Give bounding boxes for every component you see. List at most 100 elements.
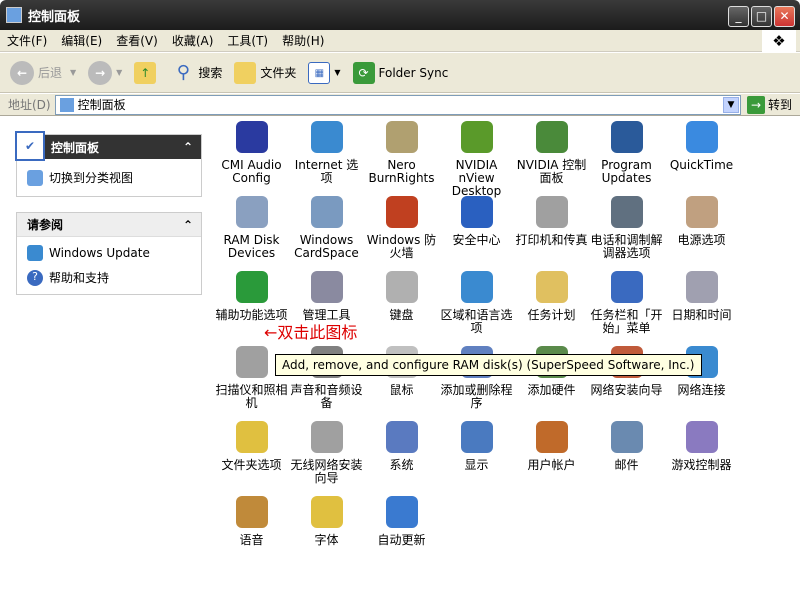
search-button[interactable]: ⚲ 搜索 <box>172 61 223 84</box>
switch-category-view-link[interactable]: 切换到分类视图 <box>17 159 201 196</box>
windows-update-link[interactable]: Windows Update <box>17 237 201 265</box>
applet-icon <box>535 196 568 228</box>
control-panel-item[interactable]: 语音 <box>214 496 289 547</box>
item-label: 区域和语言选项 <box>440 308 513 335</box>
content-area: ✔ 控制面板 ⌃ 切换到分类视图 请参阅 ⌃ Windows Update ? 帮助和… <box>0 117 800 600</box>
item-label: NVIDIA 控制面板 <box>516 158 587 185</box>
applet-icon <box>235 421 268 453</box>
applet-icon <box>460 421 493 453</box>
applet-icon <box>610 271 643 303</box>
item-label: Windows 防火墙 <box>366 233 437 260</box>
views-button[interactable]: ▦ ▼ <box>308 61 341 84</box>
menu-help[interactable]: 帮助(H) <box>275 32 331 49</box>
applet-icon <box>310 421 343 453</box>
close-button[interactable]: ✕ <box>774 6 795 27</box>
control-panel-item[interactable]: 打印机和传真 <box>514 196 589 247</box>
applet-icon <box>385 121 418 153</box>
control-panel-item[interactable]: CMI Audio Config <box>214 121 289 185</box>
help-icon: ? <box>27 269 43 286</box>
control-panel-item[interactable]: 字体 <box>289 496 364 547</box>
item-label: Internet 选项 <box>294 158 359 185</box>
help-support-link[interactable]: ? 帮助和支持 <box>17 265 201 294</box>
control-panel-item[interactable]: 任务栏和「开始」菜单 <box>589 271 664 335</box>
item-label: 邮件 <box>614 458 639 472</box>
menu-view[interactable]: 查看(V) <box>109 32 165 49</box>
control-panel-item[interactable]: Nero BurnRights <box>364 121 439 185</box>
control-panel-item[interactable]: RAM Disk Devices <box>214 196 289 260</box>
item-label: 鼠标 <box>389 383 414 397</box>
control-panel-item[interactable]: 电话和调制解调器选项 <box>589 196 664 260</box>
item-label: 日期和时间 <box>671 308 732 322</box>
control-panel-item[interactable]: NVIDIA 控制面板 <box>514 121 589 185</box>
menu-file[interactable]: 文件(F) <box>0 32 54 49</box>
item-label: 文件夹选项 <box>221 458 282 472</box>
control-panel-item[interactable]: 游戏控制器 <box>664 421 739 472</box>
menu-edit[interactable]: 编辑(E) <box>54 32 109 49</box>
applet-icon <box>535 421 568 453</box>
address-bar: 地址(D) 控制面板 ▼ → 转到 <box>0 94 800 116</box>
folder-sync-button[interactable]: ⟳ Folder Sync <box>352 61 448 84</box>
control-panel-item[interactable]: 无线网络安装向导 <box>289 421 364 485</box>
go-button[interactable]: → 转到 <box>741 95 800 114</box>
control-panel-item[interactable]: 管理工具 <box>289 271 364 322</box>
chevron-down-icon[interactable]: ▼ <box>722 96 739 113</box>
applet-icon <box>385 271 418 303</box>
annotation-text: ←双击此图标 <box>264 323 358 342</box>
applet-icon <box>535 271 568 303</box>
control-panel-item[interactable]: 文件夹选项 <box>214 421 289 472</box>
back-button[interactable]: ← 后退 ▼ <box>10 60 76 85</box>
up-button[interactable]: ↑ <box>134 61 160 84</box>
control-panel-item[interactable]: 区域和语言选项 <box>439 271 514 335</box>
collapse-icon[interactable]: ⌃ <box>183 140 193 154</box>
item-label: 安全中心 <box>452 233 501 247</box>
applet-icon <box>685 121 718 153</box>
item-label: 游戏控制器 <box>671 458 732 472</box>
menu-favorites[interactable]: 收藏(A) <box>165 32 221 49</box>
control-panel-item[interactable]: 电源选项 <box>664 196 739 247</box>
folder-icon <box>234 61 257 84</box>
control-panel-item[interactable]: 用户帐户 <box>514 421 589 472</box>
item-label: 网络安装向导 <box>590 383 663 397</box>
menu-bar: 文件(F) 编辑(E) 查看(V) 收藏(A) 工具(T) 帮助(H) <box>0 30 800 52</box>
applet-icon <box>685 196 718 228</box>
control-panel-item[interactable]: 任务计划 <box>514 271 589 322</box>
collapse-icon[interactable]: ⌃ <box>183 218 193 232</box>
control-panel-item[interactable]: Windows 防火墙 <box>364 196 439 260</box>
control-panel-item[interactable]: 自动更新 <box>364 496 439 547</box>
applet-icon <box>235 346 268 378</box>
item-label: Nero BurnRights <box>368 158 435 185</box>
forward-arrow-icon: → <box>88 60 113 85</box>
applet-icon <box>310 271 343 303</box>
item-label: 用户帐户 <box>527 458 576 472</box>
minimize-button[interactable]: _ <box>728 6 749 27</box>
tooltip: Add, remove, and configure RAM disk(s) (… <box>275 354 702 376</box>
control-panel-item[interactable]: Windows CardSpace <box>289 196 364 260</box>
control-panel-item[interactable]: 日期和时间 <box>664 271 739 322</box>
control-panel-item[interactable]: 邮件 <box>589 421 664 472</box>
search-icon: ⚲ <box>176 61 190 83</box>
windows-update-icon <box>27 245 43 261</box>
item-label: 字体 <box>314 533 339 547</box>
address-input[interactable]: 控制面板 ▼ <box>54 94 741 115</box>
maximize-button[interactable]: □ <box>751 6 772 27</box>
control-panel-item[interactable]: Program Updates <box>589 121 664 185</box>
folders-button[interactable]: 文件夹 <box>234 61 296 84</box>
folder-up-icon: ↑ <box>134 61 157 84</box>
control-panel-item[interactable]: 系统 <box>364 421 439 472</box>
applet-icon <box>610 121 643 153</box>
item-label: 添加或删除程序 <box>440 383 513 410</box>
applet-icon <box>535 121 568 153</box>
control-panel-item[interactable]: 安全中心 <box>439 196 514 247</box>
control-panel-item[interactable]: 辅助功能选项 <box>214 271 289 322</box>
control-panel-item[interactable]: Internet 选项 <box>289 121 364 185</box>
control-panel-item[interactable]: QuickTime <box>664 121 739 172</box>
control-panel-item[interactable]: 键盘 <box>364 271 439 322</box>
control-panel-item[interactable]: 显示 <box>439 421 514 472</box>
forward-button[interactable]: → ▼ <box>88 60 122 85</box>
item-label: 扫描仪和照相机 <box>215 383 288 410</box>
item-label: 语音 <box>239 533 264 547</box>
views-icon: ▦ <box>308 61 331 84</box>
applet-icon <box>235 496 268 528</box>
menu-tools[interactable]: 工具(T) <box>220 32 275 49</box>
applet-icon <box>235 196 268 228</box>
